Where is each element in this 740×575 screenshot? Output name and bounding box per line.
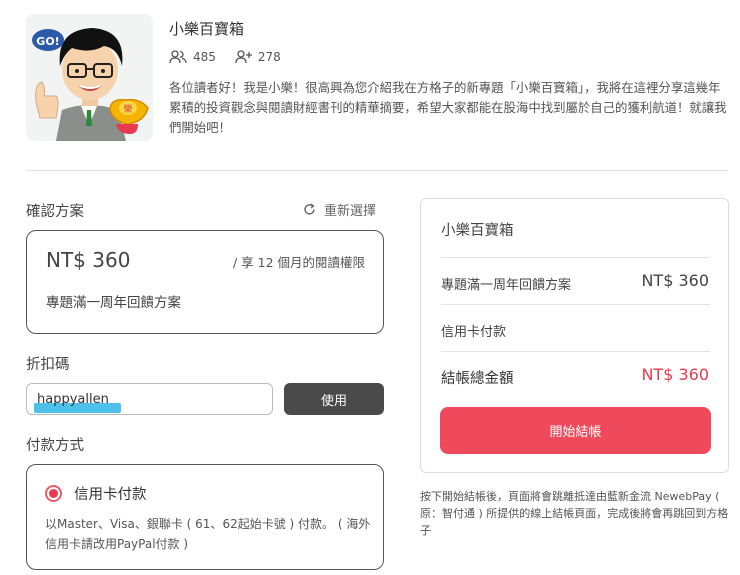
svg-text:榮: 榮	[123, 103, 132, 115]
payment-radio[interactable]	[45, 485, 62, 502]
plan-card[interactable]: NT$ 360 / 享 12 個月的閱讀權限 專題滿一周年回饋方案	[26, 230, 384, 334]
following-stat[interactable]: 278	[234, 50, 281, 64]
summary-divider	[441, 351, 710, 352]
payment-option-label: 信用卡付款	[74, 487, 147, 503]
checkout-note: 按下開始結帳後，頁面將會跳離抵達由藍新金流 NewebPay ( 原：智付通 )…	[420, 490, 729, 537]
payment-section-label: 付款方式	[26, 438, 84, 454]
plan-section-label: 確認方案	[26, 204, 84, 220]
following-count: 278	[257, 50, 281, 64]
plan-price: NT$ 360	[46, 248, 131, 272]
payment-option-description: 以Master、Visa、銀聯卡 ( 61、62起始卡號 ) 付款。 ( 海外信…	[45, 517, 371, 551]
apply-coupon-button[interactable]: 使用	[284, 383, 384, 415]
summary-payment-method: 信用卡付款	[441, 325, 507, 340]
coupon-section-label: 折扣碼	[26, 357, 70, 373]
summary-plan-price: NT$ 360	[641, 271, 709, 290]
page-title: 小樂百寶箱	[169, 20, 245, 38]
divider	[26, 170, 728, 171]
summary-divider	[441, 304, 710, 305]
summary-total-value: NT$ 360	[641, 365, 709, 384]
summary-plan-label: 專題滿一周年回饋方案	[441, 278, 572, 293]
coupon-input[interactable]	[26, 383, 273, 415]
checkout-button[interactable]: 開始結帳	[440, 407, 711, 454]
followers-stat[interactable]: 485	[169, 50, 216, 64]
refresh-icon	[304, 203, 315, 215]
summary-divider	[441, 257, 710, 258]
stats-bar: 485 278	[169, 50, 299, 64]
avatar-illustration: GO! 榮	[26, 14, 153, 141]
plan-name: 專題滿一周年回饋方案	[46, 295, 181, 311]
user-plus-icon	[235, 50, 252, 64]
avatar: GO! 榮	[26, 14, 153, 141]
collection-description: 各位讀者好！我是小樂！很高興為您介紹我在方格子的新專題「小樂百寶箱」，我將在這裡…	[169, 80, 727, 135]
order-summary: 小樂百寶箱 專題滿一周年回饋方案 NT$ 360 信用卡付款 結帳總金額 NT$…	[420, 198, 729, 473]
svg-text:GO!: GO!	[36, 35, 59, 48]
plan-period: / 享 12 個月的閱讀權限	[232, 255, 365, 270]
users-icon	[169, 50, 187, 64]
followers-count: 485	[193, 50, 216, 64]
reselect-label: 重新選擇	[324, 204, 377, 219]
summary-title: 小樂百寶箱	[441, 223, 514, 239]
reselect-button[interactable]: 重新選擇	[303, 200, 376, 219]
summary-total-label: 結帳總金額	[441, 371, 514, 387]
payment-option-card[interactable]: 信用卡付款 以Master、Visa、銀聯卡 ( 61、62起始卡號 ) 付款。…	[26, 464, 384, 570]
